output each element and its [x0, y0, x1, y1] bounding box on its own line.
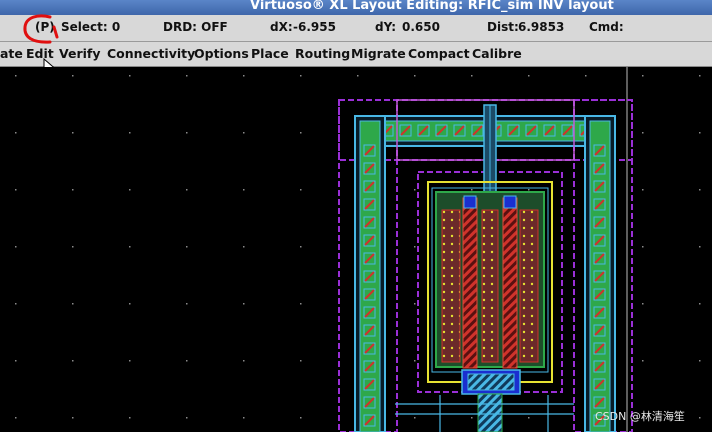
dy-value: 0.650 — [402, 20, 440, 34]
dx-label: dX: — [270, 20, 293, 34]
dy-label: dY: — [375, 20, 397, 34]
layout-canvas[interactable] — [0, 67, 712, 432]
drd-status: DRD: OFF — [163, 20, 228, 34]
menu-compact[interactable]: Compact — [408, 46, 470, 61]
metal-route-vertical — [483, 104, 497, 206]
dx-value: -6.955 — [293, 20, 336, 34]
menu-routing[interactable]: Routing — [295, 46, 350, 61]
menu-connectivity[interactable]: Connectivity — [107, 46, 195, 61]
menu-place[interactable]: Place — [251, 46, 289, 61]
menu-create[interactable]: ate — [0, 46, 23, 61]
dist-label: Dist: — [487, 20, 519, 34]
menu-options[interactable]: Options — [194, 46, 249, 61]
guard-ring-right — [584, 115, 616, 432]
window-title: Virtuoso® XL Layout Editing: RFIC_sim IN… — [250, 0, 614, 13]
menu-calibre[interactable]: Calibre — [472, 46, 522, 61]
window-titlebar: Virtuoso® XL Layout Editing: RFIC_sim IN… — [0, 0, 712, 15]
menu-migrate[interactable]: Migrate — [351, 46, 406, 61]
bottom-contact-strip — [461, 369, 521, 432]
menu-bar: ate Edit Verify Connectivity Options Pla… — [0, 42, 712, 67]
guard-ring-left — [354, 115, 386, 432]
cmd-label: Cmd: — [589, 20, 624, 34]
dist-value: 6.9853 — [518, 20, 565, 34]
source-drain-metal — [441, 209, 539, 363]
menu-verify[interactable]: Verify — [59, 46, 101, 61]
select-count: Select: 0 — [61, 20, 121, 34]
red-annotation-mark — [23, 14, 59, 44]
watermark-text: CSDN @林清海笙 — [595, 410, 685, 423]
status-bar: (P) Select: 0 DRD: OFF dX: -6.955 dY: 0.… — [0, 15, 712, 42]
